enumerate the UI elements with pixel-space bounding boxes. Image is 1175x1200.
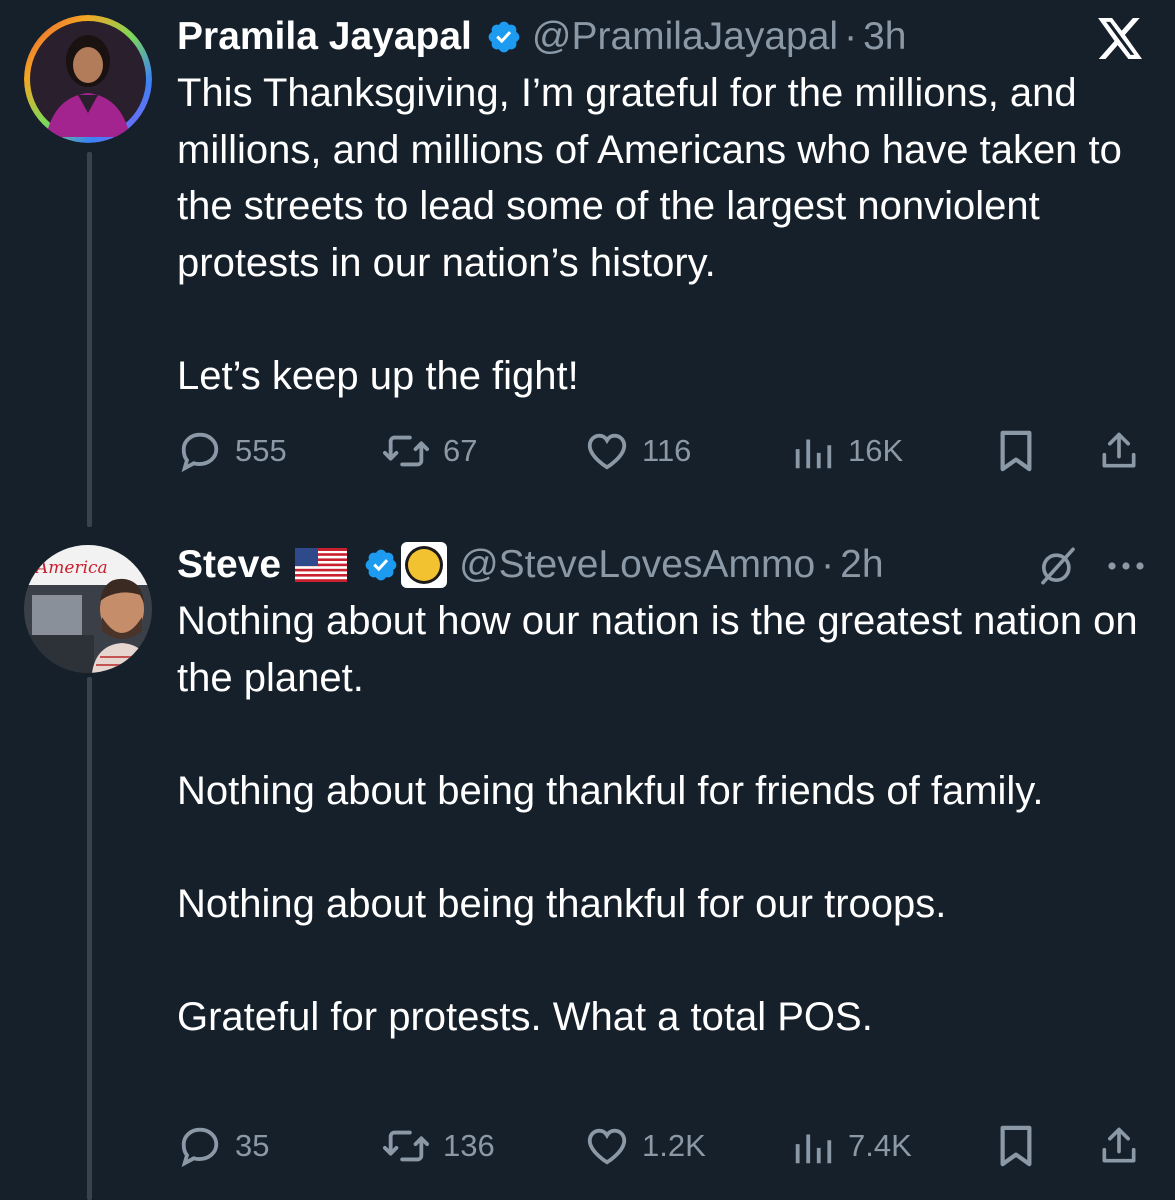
verified-badge-icon xyxy=(363,547,399,583)
views-icon xyxy=(795,439,832,469)
grok-icon[interactable] xyxy=(1034,542,1082,590)
tweet-text: Nothing about how our nation is the grea… xyxy=(177,593,1145,1045)
author-handle[interactable]: @SteveLovesAmmo xyxy=(459,543,815,587)
separator-dot: · xyxy=(844,15,858,58)
avatar-photo-icon: America xyxy=(24,545,152,673)
like-button[interactable]: 116 xyxy=(584,428,691,474)
bookmark-button[interactable] xyxy=(995,1123,1037,1169)
tweet-paragraph: Grateful for protests. What a total POS. xyxy=(177,994,873,1039)
tweet-2-actions: 35 136 1.2K 7.4K xyxy=(177,1123,1145,1169)
tweet-2[interactable]: Steve @SteveLovesAmmo · 2h Nothing about… xyxy=(177,540,1145,1045)
repost-icon xyxy=(382,435,429,467)
svg-text:America: America xyxy=(34,558,108,578)
thread-line-top xyxy=(87,152,92,527)
reply-button[interactable]: 555 xyxy=(177,428,287,474)
us-flag-icon xyxy=(295,548,348,582)
heart-icon xyxy=(587,433,627,470)
verified-badge-icon xyxy=(486,19,522,55)
tweet-1-actions: 555 67 116 16K xyxy=(177,428,1145,474)
timestamp[interactable]: 3h xyxy=(863,15,906,59)
bookmark-icon xyxy=(1000,430,1032,472)
timestamp[interactable]: 2h xyxy=(840,543,883,587)
separator-dot: · xyxy=(821,543,835,586)
share-icon xyxy=(1102,1127,1136,1163)
views-count: 7.4K xyxy=(848,1128,912,1163)
reply-icon xyxy=(181,1127,219,1168)
share-button[interactable] xyxy=(1097,428,1141,474)
avatar[interactable]: America xyxy=(24,545,152,673)
tweet-1[interactable]: Pramila Jayapal @PramilaJayapal · 3h Thi… xyxy=(177,12,1145,404)
tweet-paragraph: Nothing about how our nation is the grea… xyxy=(177,599,1138,700)
x-logo-icon[interactable] xyxy=(1096,14,1146,64)
gold-circle-badge-icon xyxy=(401,542,448,588)
repost-icon xyxy=(382,1130,429,1162)
avatar-photo-icon xyxy=(24,15,152,143)
author-name[interactable]: Pramila Jayapal xyxy=(177,15,472,59)
tweet-paragraph: Nothing about being thankful for friends… xyxy=(177,768,1044,813)
repost-button[interactable]: 67 xyxy=(381,428,477,474)
repost-button[interactable]: 136 xyxy=(381,1123,495,1169)
tweet-paragraph: Nothing about being thankful for our tro… xyxy=(177,881,947,926)
views-count: 16K xyxy=(848,433,904,468)
bookmark-button[interactable] xyxy=(995,428,1037,474)
like-count: 1.2K xyxy=(642,1128,706,1163)
bookmark-icon xyxy=(1000,1125,1032,1167)
tweet-text: This Thanksgiving, I’m grateful for the … xyxy=(177,65,1145,404)
avatar[interactable] xyxy=(24,15,152,143)
author-handle[interactable]: @PramilaJayapal xyxy=(532,15,838,59)
like-button[interactable]: 1.2K xyxy=(584,1123,706,1169)
tweet-paragraph: This Thanksgiving, I’m grateful for the … xyxy=(177,71,1122,285)
reply-count: 555 xyxy=(235,433,287,468)
tweet-paragraph: Let’s keep up the fight! xyxy=(177,353,579,398)
tweet-header: Pramila Jayapal @PramilaJayapal · 3h xyxy=(177,12,1145,62)
views-button[interactable]: 16K xyxy=(790,428,903,474)
reply-icon xyxy=(181,432,219,473)
repost-count: 67 xyxy=(443,433,478,468)
tweet-header: Steve @SteveLovesAmmo · 2h xyxy=(177,540,1145,590)
reply-count: 35 xyxy=(235,1128,270,1163)
repost-count: 136 xyxy=(443,1128,495,1163)
share-button[interactable] xyxy=(1097,1123,1141,1169)
like-count: 116 xyxy=(642,433,692,468)
thread-line-bottom xyxy=(87,677,92,1200)
heart-icon xyxy=(587,1128,627,1165)
more-options-icon[interactable] xyxy=(1104,548,1148,584)
reply-button[interactable]: 35 xyxy=(177,1123,269,1169)
author-name[interactable]: Steve xyxy=(177,543,281,587)
views-button[interactable]: 7.4K xyxy=(790,1123,912,1169)
views-icon xyxy=(795,1134,832,1164)
share-icon xyxy=(1102,432,1136,468)
